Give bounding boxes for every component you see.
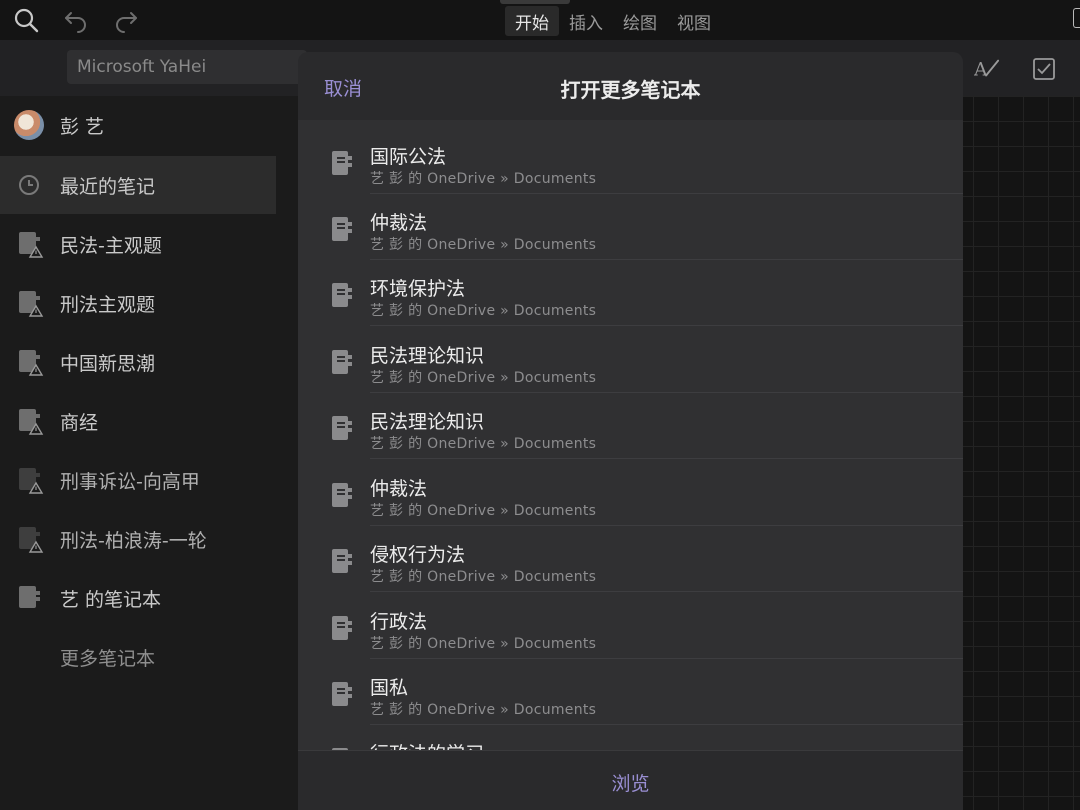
notebook-name: 民法理论知识 — [370, 411, 485, 433]
list-item[interactable]: 行政法的学习 — [298, 725, 963, 750]
notebook-icon — [332, 216, 354, 242]
page-title-stub — [500, 0, 570, 4]
notebook-icon — [332, 415, 354, 441]
avatar — [14, 110, 44, 140]
more-notebooks-link[interactable]: 更多笔记本 — [0, 628, 276, 686]
sidebar-item-notebook[interactable]: 刑法-柏浪涛-一轮 — [0, 510, 276, 568]
clock-icon — [17, 170, 45, 200]
notebook-icon — [332, 150, 354, 176]
list-item[interactable]: 民法理论知识 艺 彭 的 OneDrive » Documents — [298, 393, 963, 459]
tab-insert[interactable]: 插入 — [559, 6, 613, 36]
notebook-name: 国私 — [370, 677, 409, 699]
sidebar-item-notebook[interactable]: 艺 的笔记本 — [0, 569, 276, 627]
more-notebooks-label: 更多笔记本 — [60, 647, 156, 670]
sidebar-item-label: 刑法主观题 — [60, 293, 156, 316]
notebook-icon — [332, 482, 354, 508]
sidebar-item-notebook[interactable]: 刑法主观题 — [0, 274, 276, 332]
notebook-location: 艺 彭 的 OneDrive » Documents — [370, 636, 597, 652]
list-item[interactable]: 民法理论知识 艺 彭 的 OneDrive » Documents — [298, 327, 963, 393]
sidebar-item-recent[interactable]: 最近的笔记 — [0, 156, 276, 214]
user-name: 彭 艺 — [60, 115, 105, 138]
sidebar-item-label: 艺 的笔记本 — [60, 588, 162, 611]
sidebar-item-notebook[interactable]: 中国新思潮 — [0, 333, 276, 391]
sidebar-item-notebook[interactable]: 民法-主观题 — [0, 215, 276, 273]
notebook-location: 艺 彭 的 OneDrive » Documents — [370, 503, 597, 519]
notebook-location: 艺 彭 的 OneDrive » Documents — [370, 237, 597, 253]
notebook-location: 艺 彭 的 OneDrive » Documents — [370, 303, 597, 319]
tab-view[interactable]: 视图 — [667, 6, 721, 36]
list-item[interactable]: 国私 艺 彭 的 OneDrive » Documents — [298, 659, 963, 725]
dialog-title: 打开更多笔记本 — [560, 78, 701, 102]
search-icon[interactable] — [12, 6, 40, 34]
dialog-header: 取消 打开更多笔记本 — [298, 52, 963, 120]
notebook-location: 艺 彭 的 OneDrive » Documents — [370, 702, 597, 718]
notebook-icon — [332, 282, 354, 308]
open-notebooks-dialog: 取消 打开更多笔记本 国际公法 艺 彭 的 OneDrive » Documen… — [298, 52, 963, 810]
notebook-location: 艺 彭 的 OneDrive » Documents — [370, 171, 597, 187]
notebook-warning-icon — [17, 288, 45, 318]
notebook-name: 环境保护法 — [370, 278, 466, 300]
notebook-name: 侵权行为法 — [370, 544, 466, 566]
checkbox-icon[interactable] — [1031, 56, 1057, 82]
notebook-name: 行政法的学习 — [370, 739, 484, 750]
browse-button[interactable]: 浏览 — [298, 769, 963, 796]
svg-text:A: A — [974, 60, 988, 81]
notebook-warning-icon — [17, 229, 45, 259]
sidebar-item-notebook[interactable]: 商经 — [0, 392, 276, 450]
notebook-location: 艺 彭 的 OneDrive » Documents — [370, 569, 597, 585]
notebook-name: 仲裁法 — [370, 212, 428, 234]
list-item[interactable]: 环境保护法 艺 彭 的 OneDrive » Documents — [298, 260, 963, 326]
notebook-icon — [332, 548, 354, 574]
notebook-warning-icon — [17, 406, 45, 436]
tab-home[interactable]: 开始 — [505, 6, 559, 36]
sidebar-item-label: 中国新思潮 — [60, 352, 156, 375]
sidebar-item-label: 民法-主观题 — [60, 234, 162, 257]
notebook-icon — [332, 681, 354, 707]
sidebar-item-label: 刑法-柏浪涛-一轮 — [60, 529, 207, 552]
notebook-warning-icon — [17, 347, 45, 377]
divider — [370, 591, 963, 592]
notebook-icon — [17, 583, 45, 613]
notebook-list[interactable]: 国际公法 艺 彭 的 OneDrive » Documents 仲裁法 艺 彭 … — [298, 120, 963, 750]
format-painter-icon[interactable]: A — [974, 56, 1000, 82]
list-item[interactable]: 仲裁法 艺 彭 的 OneDrive » Documents — [298, 194, 963, 260]
notebook-name: 国际公法 — [370, 146, 447, 168]
notebook-warning-icon — [17, 465, 45, 495]
notebook-name: 民法理论知识 — [370, 345, 485, 367]
dialog-footer: 浏览 — [298, 750, 963, 810]
sidebar: 彭 艺 最近的笔记 民法-主观题 刑法主观题 中国新思潮 商经 刑事诉讼-向高甲… — [0, 96, 298, 810]
notebook-warning-icon — [17, 524, 45, 554]
notebook-name: 行政法 — [370, 611, 428, 633]
divider — [370, 325, 963, 326]
redo-icon[interactable] — [112, 6, 140, 34]
list-item[interactable]: 国际公法 艺 彭 的 OneDrive » Documents — [298, 128, 963, 194]
tab-draw[interactable]: 绘图 — [613, 6, 667, 36]
notebook-icon — [332, 615, 354, 641]
list-item[interactable]: 侵权行为法 艺 彭 的 OneDrive » Documents — [298, 526, 963, 592]
sidebar-item-label: 最近的笔记 — [60, 175, 156, 198]
user-account[interactable]: 彭 艺 — [0, 96, 276, 154]
sidebar-item-label: 刑事诉讼-向高甲 — [60, 470, 200, 493]
sidebar-item-notebook[interactable]: 刑事诉讼-向高甲 — [0, 451, 276, 509]
notebook-name: 仲裁法 — [370, 478, 428, 500]
divider — [370, 458, 963, 459]
list-item[interactable]: 行政法 艺 彭 的 OneDrive » Documents — [298, 593, 963, 659]
ribbon-tabs: 开始 插入 绘图 视图 — [505, 6, 721, 36]
top-toolbar: 开始 插入 绘图 视图 — [0, 0, 1080, 40]
sidebar-item-label: 商经 — [60, 411, 99, 434]
notebook-icon — [332, 349, 354, 375]
share-icon[interactable] — [1073, 8, 1080, 28]
list-item[interactable]: 仲裁法 艺 彭 的 OneDrive » Documents — [298, 460, 963, 526]
notebook-location: 艺 彭 的 OneDrive » Documents — [370, 436, 597, 452]
font-name-field[interactable]: Microsoft YaHei — [67, 50, 307, 84]
undo-icon[interactable] — [62, 6, 90, 34]
notebook-location: 艺 彭 的 OneDrive » Documents — [370, 370, 597, 386]
